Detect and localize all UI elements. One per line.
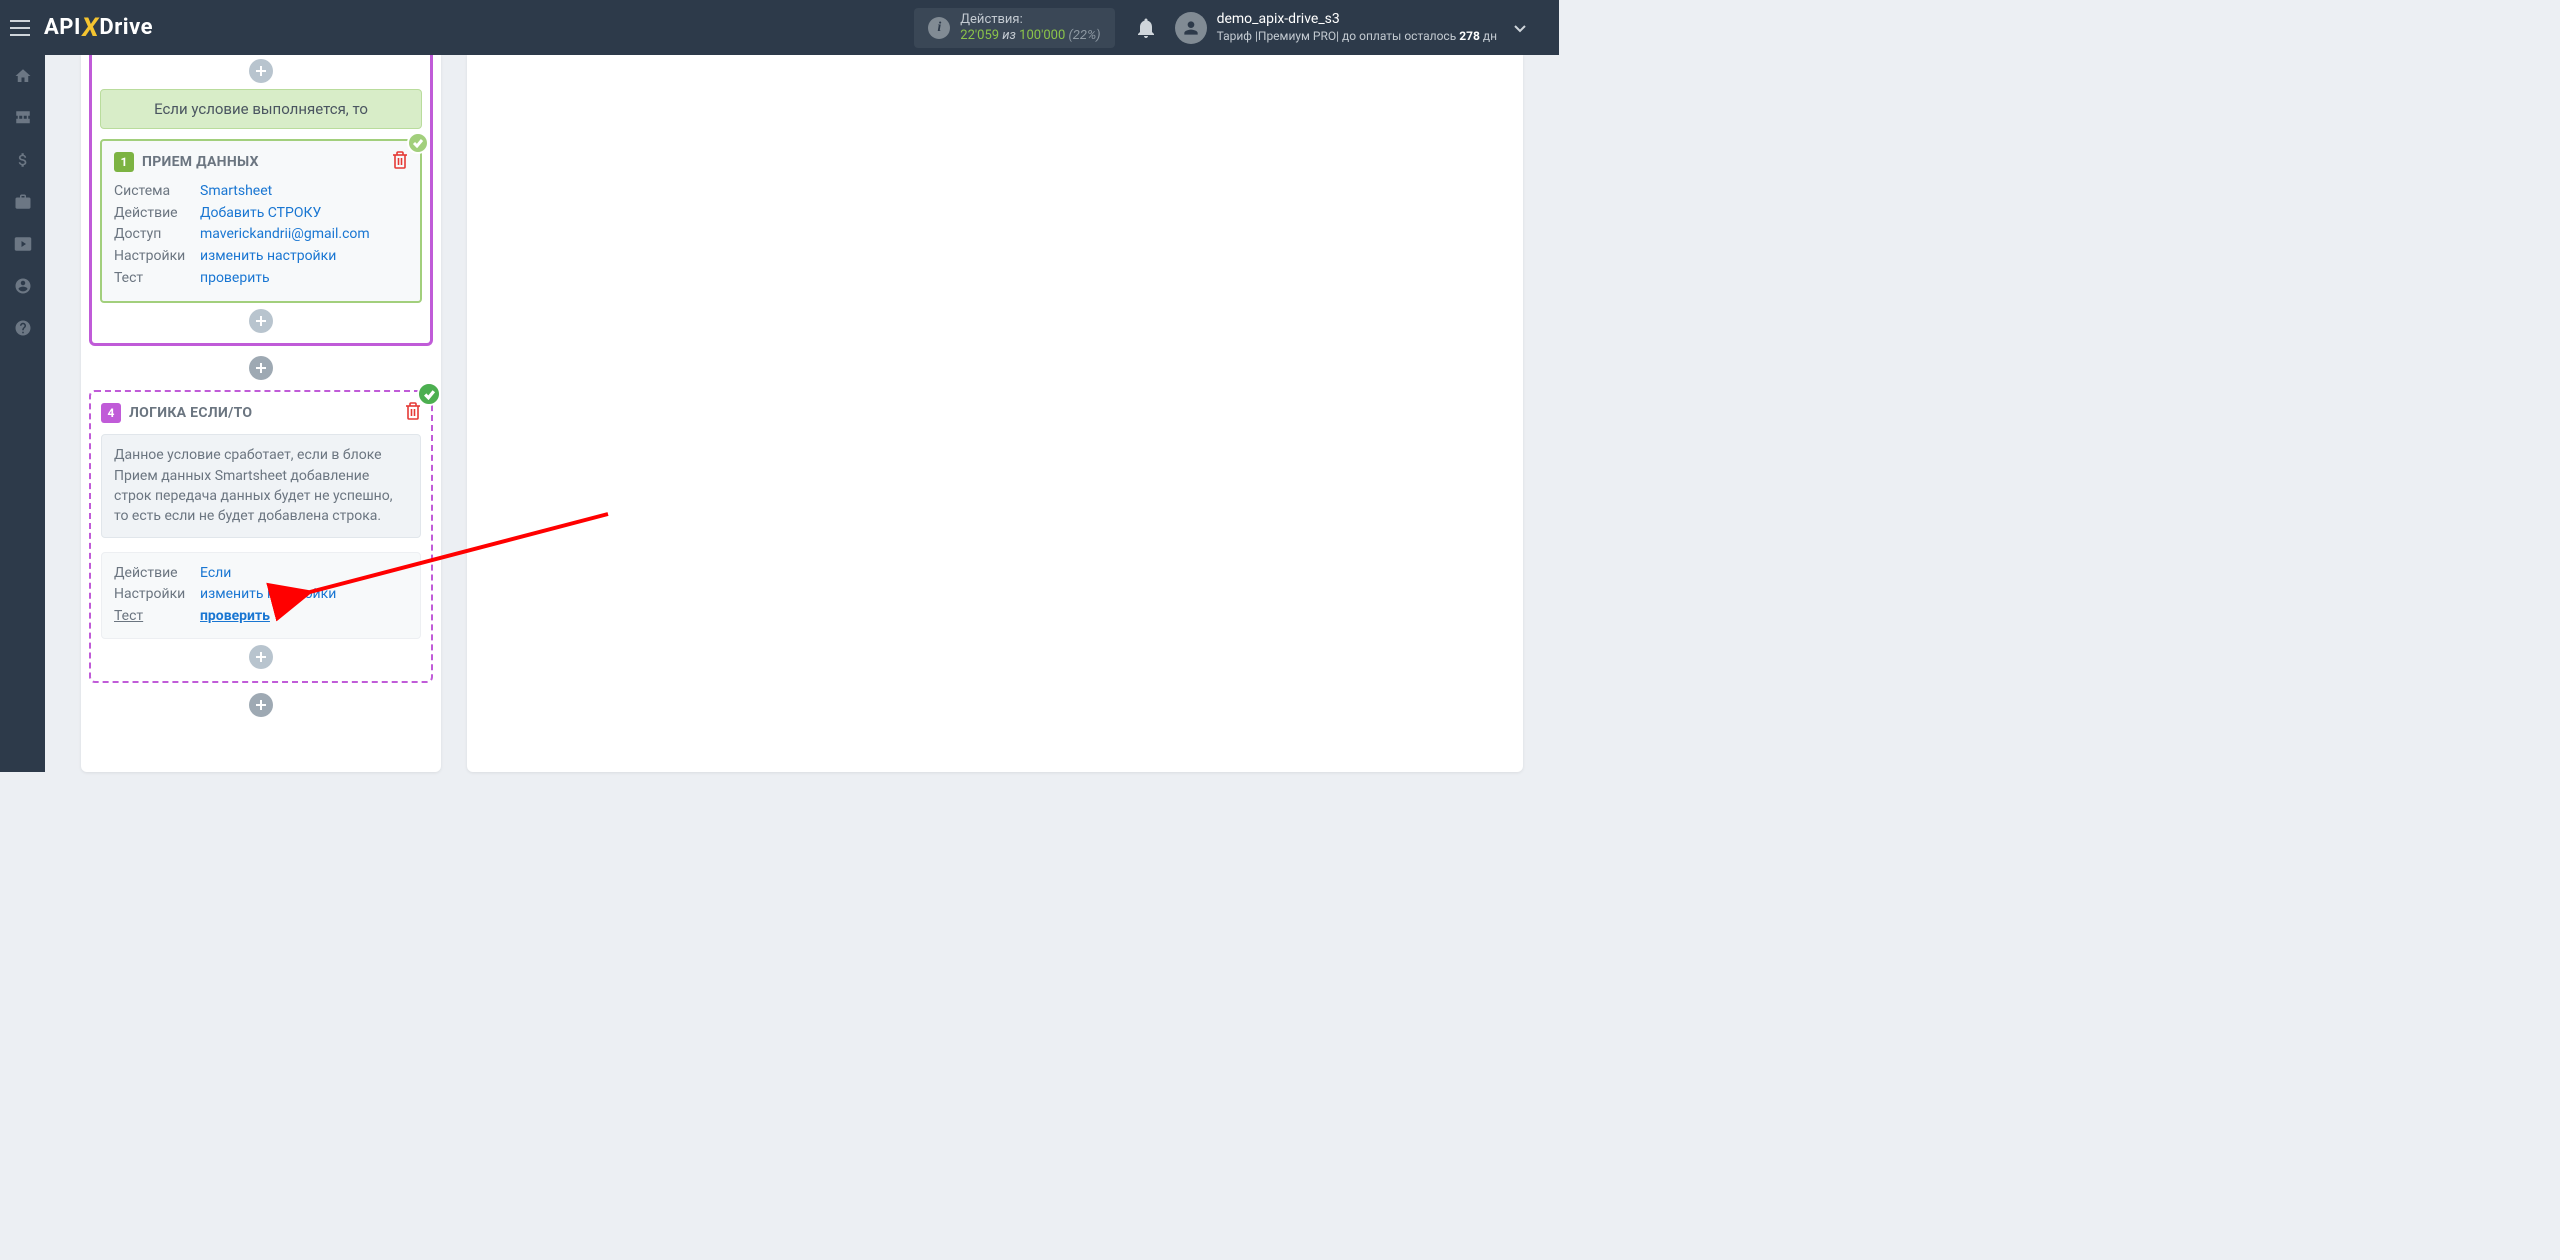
row-label: Действие [114,563,200,585]
flow-panel: Если условие выполняется, то 1 ПРИЕМ ДАН… [81,55,441,772]
sidebar-connections[interactable] [0,97,45,139]
access-link[interactable]: maverickandrii@gmail.com [200,224,370,246]
menu-toggle[interactable] [0,0,40,55]
action-link[interactable]: Если [200,563,231,585]
row-label: Доступ [114,224,200,246]
row-label: Система [114,181,200,203]
user-tariff: Тариф |Премиум PRO| до оплаты осталось 2… [1217,29,1497,44]
settings-link[interactable]: изменить настройки [200,246,336,268]
user-menu[interactable]: demo_apix-drive_s3 Тариф |Премиум PRO| д… [1165,11,1559,44]
sidebar-briefcase[interactable] [0,181,45,223]
sidebar [0,55,45,772]
delete-button[interactable] [405,402,421,424]
user-name: demo_apix-drive_s3 [1217,11,1497,29]
sidebar-home[interactable] [0,55,45,97]
step-title: ПРИЕМ ДАННЫХ [142,154,259,170]
actions-counter[interactable]: i Действия: 22'059 из 100'000 (22%) [914,8,1114,48]
logic-description: Данное условие сработает, если в блоке П… [101,434,421,537]
info-icon: i [928,17,950,39]
chevron-down-icon [1505,23,1535,33]
actions-value: 22'059 из 100'000 (22%) [960,28,1100,44]
logic-block: 4 ЛОГИКА ЕСЛИ/ТО Данное условие сработае… [89,390,433,682]
sidebar-help[interactable] [0,307,45,349]
row-label: Настройки [114,584,200,606]
condition-block: Если условие выполняется, то 1 ПРИЕМ ДАН… [89,55,433,346]
logic-settings: ДействиеЕсли Настройкиизменить настройки… [101,552,421,639]
delete-button[interactable] [392,151,408,173]
data-receive-block: 1 ПРИЕМ ДАННЫХ СистемаSmartsheet Действи… [100,139,422,303]
row-label: Действие [114,203,200,225]
top-header: APIXDrive i Действия: 22'059 из 100'000 … [0,0,1559,55]
step-number: 4 [101,403,121,423]
sidebar-account[interactable] [0,265,45,307]
add-step-button[interactable] [249,309,273,333]
action-link[interactable]: Добавить СТРОКУ [200,203,321,225]
system-link[interactable]: Smartsheet [200,181,272,203]
add-block-button[interactable] [249,356,273,380]
test-link[interactable]: проверить [200,606,270,628]
add-step-button[interactable] [249,59,273,83]
actions-label: Действия: [960,12,1100,28]
avatar-icon [1175,12,1207,44]
row-label: Настройки [114,246,200,268]
step-number: 1 [114,152,134,172]
sidebar-billing[interactable] [0,139,45,181]
status-ok-icon [407,132,429,154]
logo[interactable]: APIXDrive [44,13,153,43]
status-ok-icon [417,382,441,406]
step-title: ЛОГИКА ЕСЛИ/ТО [129,405,252,421]
content-panel [467,55,1523,772]
row-label: Тест [114,268,200,290]
add-block-button[interactable] [249,693,273,717]
settings-link[interactable]: изменить настройки [200,584,336,606]
test-link[interactable]: проверить [200,268,270,290]
add-step-button[interactable] [249,645,273,669]
condition-banner: Если условие выполняется, то [100,89,422,129]
row-label: Тест [114,606,200,628]
sidebar-video[interactable] [0,223,45,265]
notifications-button[interactable] [1127,18,1165,38]
